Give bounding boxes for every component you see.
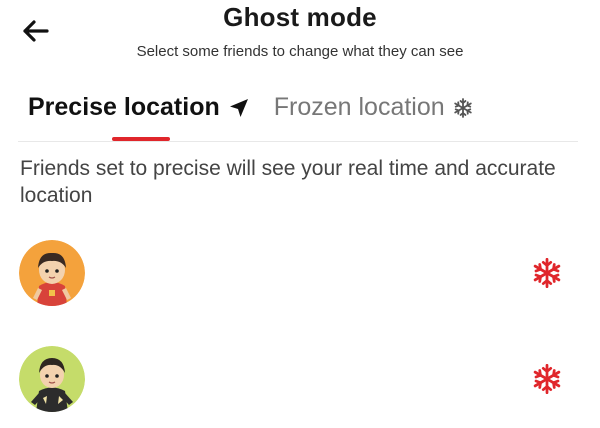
tab-description: Friends set to precise will see your rea…	[20, 157, 556, 207]
freeze-location-button[interactable]	[530, 256, 564, 290]
avatar	[19, 240, 85, 306]
snowflake-icon	[533, 364, 561, 394]
tab-label: Precise location	[28, 93, 220, 121]
tab-frozen-location[interactable]: Frozen location	[274, 93, 473, 122]
snowflake-icon	[533, 258, 561, 288]
avatar	[19, 346, 85, 412]
friend-row[interactable]	[0, 240, 600, 316]
tab-label: Frozen location	[273, 93, 445, 121]
page-subtitle: Select some friends to change what they …	[136, 43, 464, 60]
page-title: Ghost mode	[223, 2, 377, 32]
friend-row[interactable]	[0, 346, 600, 422]
tab-precise-location[interactable]: Precise location	[28, 93, 250, 122]
tab-bar: Precise location Frozen location	[28, 93, 473, 122]
freeze-location-button[interactable]	[530, 362, 564, 396]
navigation-arrow-icon	[228, 97, 250, 119]
snowflake-icon	[453, 97, 473, 118]
divider	[18, 141, 578, 142]
